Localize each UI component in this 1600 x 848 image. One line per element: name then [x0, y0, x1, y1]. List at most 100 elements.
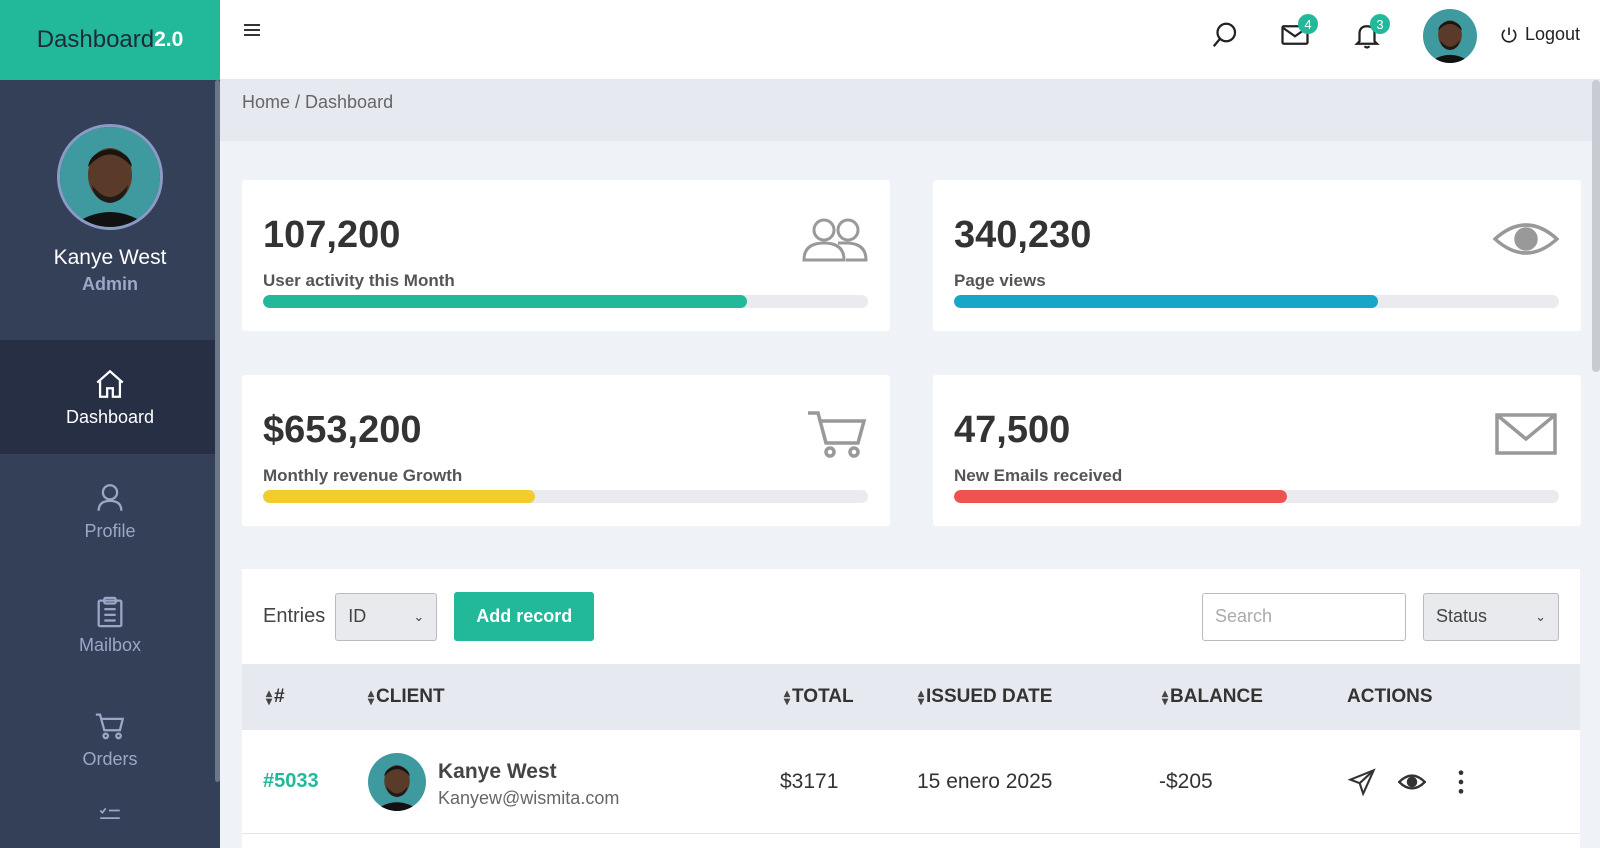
- sidebar: Dashboard 2.0 Kanye West Admin Dashboard …: [0, 0, 220, 848]
- column-label: ACTIONS: [1347, 686, 1433, 707]
- avatar: [368, 753, 426, 811]
- sidebar-item-mailbox[interactable]: Mailbox: [0, 568, 220, 682]
- row-id-link[interactable]: #5033: [263, 770, 319, 793]
- more-vertical-icon[interactable]: [1447, 768, 1475, 796]
- sidebar-item-label: Mailbox: [78, 634, 142, 655]
- row-total: $3171: [780, 770, 839, 793]
- stat-label: Monthly revenue Growth: [263, 466, 463, 485]
- stat-label: User activity this Month: [263, 271, 455, 290]
- users-icon: [802, 218, 868, 262]
- stat-card-user-activity: 107,200 User activity this Month: [242, 180, 890, 331]
- breadcrumb: Home / Dashboard: [220, 80, 1600, 141]
- eye-icon[interactable]: [1398, 768, 1426, 796]
- menu-icon[interactable]: [242, 20, 262, 40]
- status-select[interactable]: Status ⌄: [1423, 592, 1559, 641]
- table-row: #5033 Kanye West Kanyew@wismita.com $317…: [242, 730, 1580, 834]
- brand-logo[interactable]: Dashboard 2.0: [0, 0, 220, 80]
- search-input[interactable]: [1202, 592, 1406, 641]
- column-label: CLIENT: [376, 686, 445, 707]
- stat-label: Page views: [954, 271, 1046, 290]
- column-label: BALANCE: [1170, 686, 1263, 707]
- sidebar-profile: Kanye West Admin: [0, 80, 220, 340]
- sidebar-item-orders[interactable]: Orders: [0, 682, 220, 796]
- stat-value: 47,500: [954, 409, 1071, 451]
- progress-bar: [954, 490, 1559, 503]
- power-icon: [1501, 27, 1517, 43]
- progress-bar: [263, 490, 868, 503]
- progress-fill: [263, 490, 536, 503]
- sidebar-item-profile[interactable]: Profile: [0, 454, 220, 568]
- avatar: [57, 124, 163, 230]
- logout-button[interactable]: Logout: [1499, 24, 1580, 45]
- column-label: ISSUED DATE: [926, 686, 1053, 707]
- progress-fill: [954, 490, 1287, 503]
- clipboard-icon: [97, 596, 123, 627]
- chevron-down-icon: ⌄: [1535, 608, 1546, 624]
- search-icon[interactable]: [1210, 20, 1240, 50]
- stat-label: New Emails received: [954, 466, 1123, 485]
- stat-value: 340,230: [954, 214, 1092, 256]
- sidebar-item-dashboard[interactable]: Dashboard: [0, 340, 220, 454]
- status-select-value: Status: [1436, 606, 1488, 626]
- row-issued-date: 15 enero 2025: [917, 770, 1053, 793]
- sidebar-item-label: Profile: [84, 520, 136, 541]
- client-name: Kanye West: [438, 760, 557, 783]
- profile-role: Admin: [82, 274, 138, 294]
- sidebar-item-label: Orders: [82, 748, 138, 769]
- sidebar-nav: Dashboard Profile Mailbox Orders: [0, 340, 220, 836]
- column-header-balance[interactable]: ▴ ▾ BALANCE: [1162, 686, 1263, 708]
- cart-icon: [95, 713, 125, 739]
- sort-icon: ▴ ▾: [784, 686, 791, 708]
- add-record-button[interactable]: Add record: [454, 592, 595, 641]
- table-controls: Entries ID ⌄ Add record Status ⌄: [242, 569, 1580, 664]
- stat-value: $653,200: [263, 409, 422, 451]
- user-icon: [97, 483, 123, 511]
- progress-fill: [954, 295, 1378, 308]
- column-header-actions: ACTIONS: [1347, 686, 1433, 708]
- progress-fill: [263, 295, 747, 308]
- breadcrumb-text: Home / Dashboard: [242, 92, 394, 112]
- sort-icon: ▴ ▾: [368, 686, 375, 708]
- brand-version: 2.0: [154, 28, 184, 51]
- column-header-id[interactable]: ▴ ▾ #: [266, 686, 285, 708]
- entries-select-value: ID: [348, 606, 367, 626]
- sort-icon: ▴ ▾: [1162, 686, 1169, 708]
- topbar: 4 3 Logout: [220, 0, 1600, 80]
- sort-icon: ▴ ▾: [266, 686, 273, 708]
- sort-icon: ▴ ▾: [918, 686, 925, 708]
- row-balance: -$205: [1159, 770, 1213, 793]
- home-icon: [96, 369, 124, 398]
- send-icon[interactable]: [1348, 768, 1376, 796]
- sidebar-item-tasks[interactable]: [0, 796, 220, 836]
- logout-label: Logout: [1525, 24, 1581, 44]
- stat-card-emails: 47,500 New Emails received: [933, 375, 1581, 526]
- cart-icon: [808, 411, 867, 458]
- stat-card-revenue: $653,200 Monthly revenue Growth: [242, 375, 890, 526]
- envelope-icon: [1495, 413, 1557, 455]
- chevron-down-icon: ⌄: [413, 608, 425, 624]
- column-label: #: [274, 686, 285, 707]
- column-header-issued-date[interactable]: ▴ ▾ ISSUED DATE: [918, 686, 1052, 708]
- avatar[interactable]: [1423, 9, 1477, 63]
- stat-card-page-views: 340,230 Page views: [933, 180, 1581, 331]
- mail-button[interactable]: 4: [1280, 14, 1318, 50]
- page-scrollbar[interactable]: [1592, 80, 1600, 372]
- records-table-card: Entries ID ⌄ Add record Status ⌄ ▴▾# ▴▾C…: [242, 569, 1580, 848]
- sidebar-scrollbar[interactable]: [215, 80, 220, 782]
- notifications-button[interactable]: 3: [1352, 14, 1390, 50]
- client-email: Kanyew@wismita.com: [438, 788, 620, 808]
- table-header: ▴ ▾ # ▴ ▾ CLIENT ▴ ▾ TOTAL ▴ ▾ ISSUED DATE ▴ ▾ BAL…: [242, 664, 1580, 730]
- stat-value: 107,200: [263, 214, 401, 256]
- checklist-icon: [99, 807, 120, 819]
- progress-bar: [954, 295, 1559, 308]
- profile-name: Kanye West: [53, 246, 167, 269]
- column-label: TOTAL: [792, 686, 854, 707]
- mail-badge: 4: [1298, 14, 1318, 34]
- column-header-client[interactable]: ▴ ▾ CLIENT: [368, 686, 445, 708]
- progress-bar: [263, 295, 868, 308]
- notification-badge: 3: [1370, 14, 1390, 34]
- entries-select[interactable]: ID ⌄: [335, 592, 438, 641]
- column-header-total[interactable]: ▴ ▾ TOTAL: [784, 686, 854, 708]
- brand-name: Dashboard: [36, 26, 155, 53]
- eye-icon: [1493, 223, 1559, 255]
